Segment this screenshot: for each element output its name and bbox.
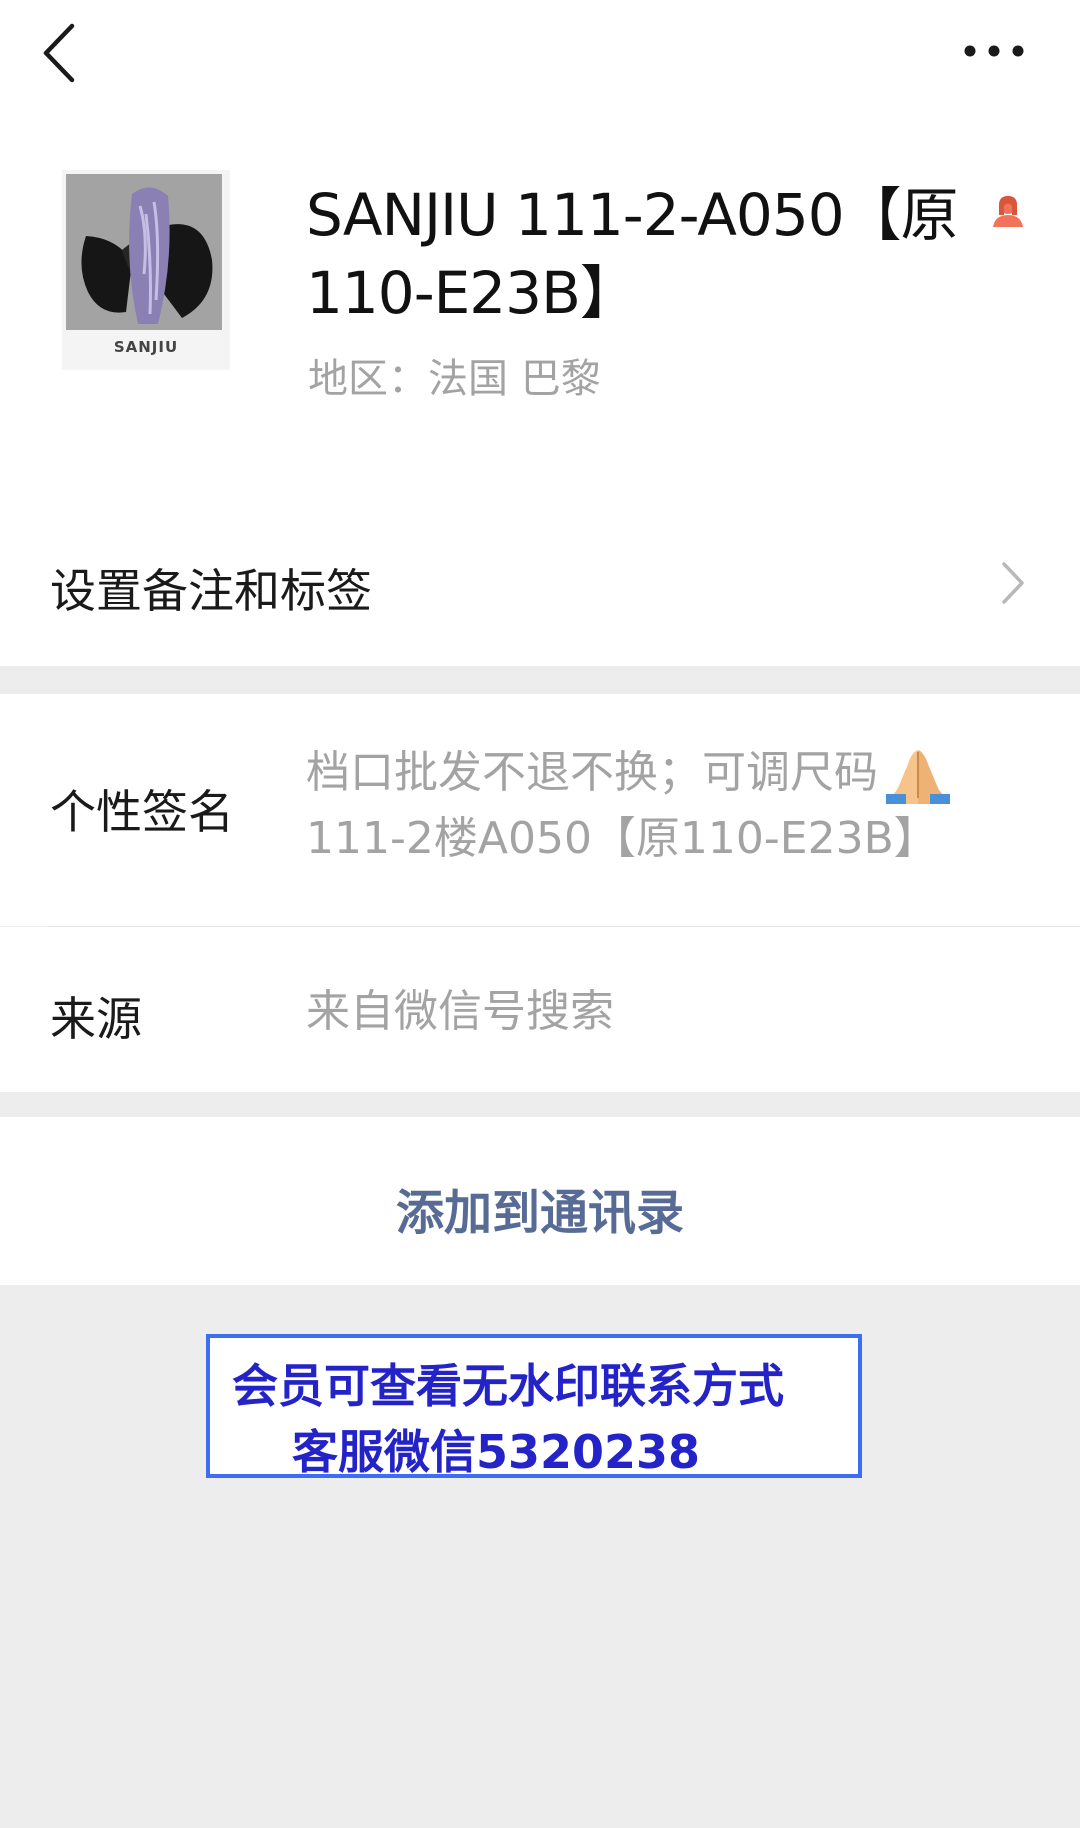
signature-row: 个性签名 档口批发不退不换；可调尺码 111-2楼A050【原110-E23B】 <box>0 694 1080 926</box>
add-to-contacts-button[interactable]: 添加到通讯录 <box>0 1117 1080 1285</box>
female-icon <box>993 196 1023 227</box>
folded-hands-icon <box>886 750 950 804</box>
source-row: 来源 来自微信号搜索 <box>0 927 1080 1092</box>
signature-label: 个性签名 <box>50 785 234 839</box>
more-button[interactable] <box>962 36 1026 66</box>
set-remark-tags-label: 设置备注和标签 <box>50 564 372 618</box>
chevron-left-icon <box>43 23 75 83</box>
avatar-photo <box>66 174 222 330</box>
signature-value-line2: 111-2楼A050【原110-E23B】 <box>306 813 938 864</box>
more-horizontal-icon <box>964 45 1024 57</box>
signature-text-line1: 档口批发不退不换；可调尺码 <box>306 747 878 798</box>
chevron-right-icon <box>1002 562 1024 604</box>
signature-value-line1: 档口批发不退不换；可调尺码 <box>306 740 954 806</box>
watermark-line2: 客服微信5320238 <box>292 1425 701 1479</box>
watermark-line1: 会员可查看无水印联系方式 <box>232 1359 784 1413</box>
signature-value: 档口批发不退不换；可调尺码 111-2楼A050【原110-E23B】 <box>306 740 954 872</box>
avatar-brand-text: SANJIU <box>113 338 179 356</box>
source-value: 来自微信号搜索 <box>306 986 614 1037</box>
back-button[interactable] <box>38 22 84 84</box>
region-text: 地区：法国 巴黎 <box>308 356 601 402</box>
set-remark-tags-row[interactable]: 设置备注和标签 <box>0 500 1080 666</box>
add-to-contacts-label: 添加到通讯录 <box>395 1185 684 1241</box>
avatar[interactable]: SANJIU <box>62 170 230 370</box>
contact-name: SANJIU 111-2-A050【原110-E23B】 <box>306 181 959 327</box>
watermark-banner: 会员可查看无水印联系方式 客服微信5320238 <box>206 1334 862 1479</box>
source-label: 来源 <box>50 992 142 1046</box>
